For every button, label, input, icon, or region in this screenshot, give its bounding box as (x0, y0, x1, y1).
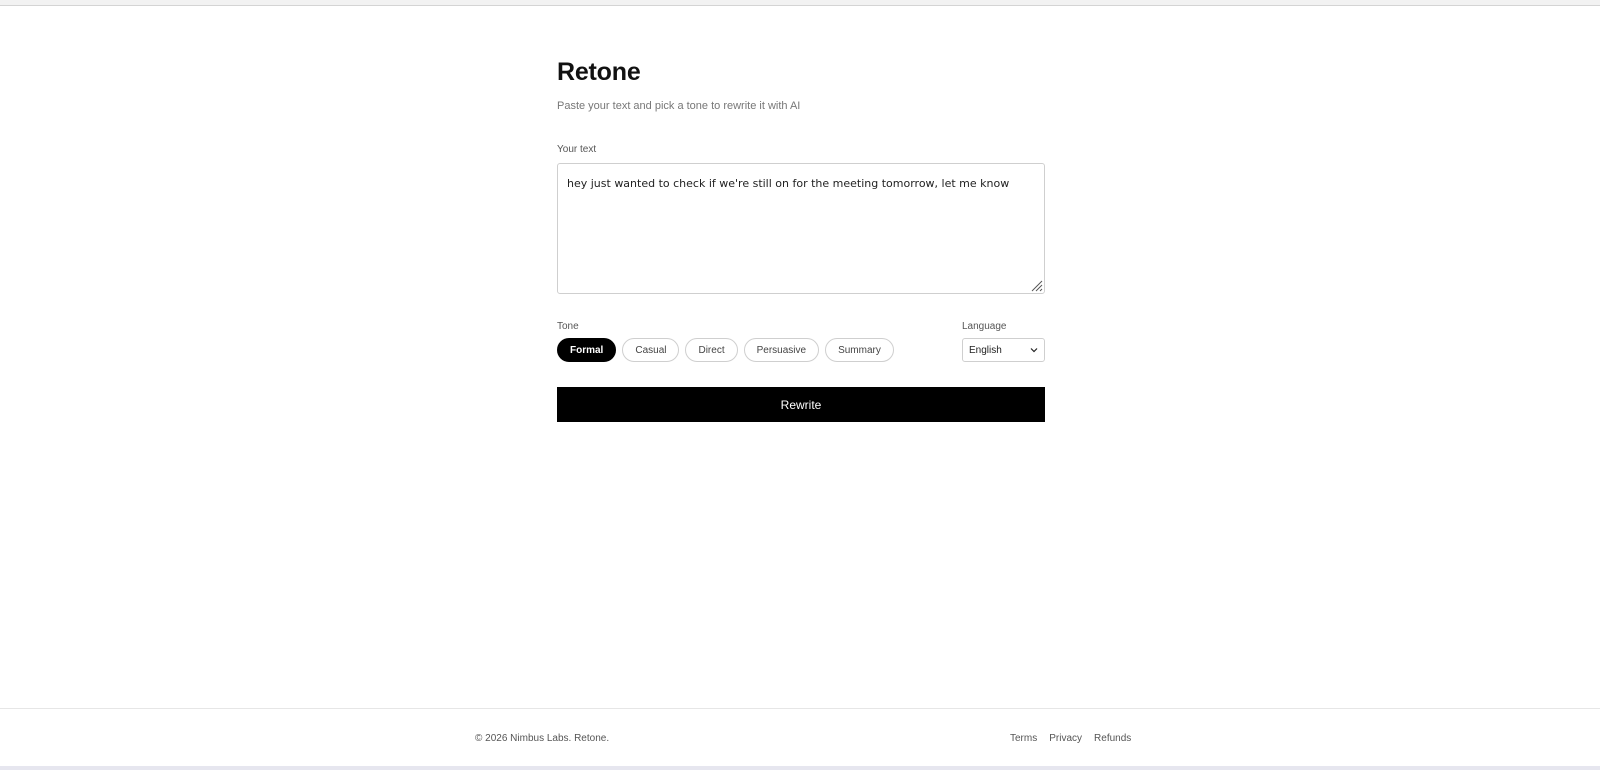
language-select[interactable]: English (962, 338, 1045, 362)
tone-label: Tone (557, 321, 579, 332)
language-selected-value: English (969, 344, 1002, 356)
browser-top-strip (0, 0, 1600, 6)
rewrite-button[interactable]: Rewrite (557, 387, 1045, 422)
tone-selector: Formal Casual Direct Persuasive Summary (557, 338, 894, 362)
footer-links: Terms Privacy Refunds (1010, 733, 1131, 744)
page: Retone Paste your text and pick a tone t… (0, 0, 1600, 770)
page-subtitle: Paste your text and pick a tone to rewri… (557, 100, 801, 112)
footer-copyright: © 2026 Nimbus Labs. Retone. (475, 733, 610, 744)
footer: © 2026 Nimbus Labs. Retone. Terms Privac… (0, 708, 1600, 767)
text-input[interactable]: hey just wanted to check if we're still … (557, 163, 1045, 294)
footer-link-privacy[interactable]: Privacy (1049, 733, 1082, 744)
language-label: Language (962, 321, 1007, 332)
browser-bottom-strip (0, 766, 1600, 770)
tone-chip-direct[interactable]: Direct (685, 338, 738, 362)
tone-chip-summary[interactable]: Summary (825, 338, 894, 362)
page-title: Retone (557, 58, 641, 86)
resize-handle-icon[interactable] (1029, 278, 1043, 292)
text-input-label: Your text (557, 144, 597, 155)
footer-link-refunds[interactable]: Refunds (1094, 733, 1131, 744)
tone-chip-formal[interactable]: Formal (557, 338, 617, 362)
chevron-down-icon (1030, 348, 1038, 353)
footer-link-terms[interactable]: Terms (1010, 733, 1037, 744)
tone-chip-casual[interactable]: Casual (622, 338, 680, 362)
tone-chip-persuasive[interactable]: Persuasive (743, 338, 820, 362)
